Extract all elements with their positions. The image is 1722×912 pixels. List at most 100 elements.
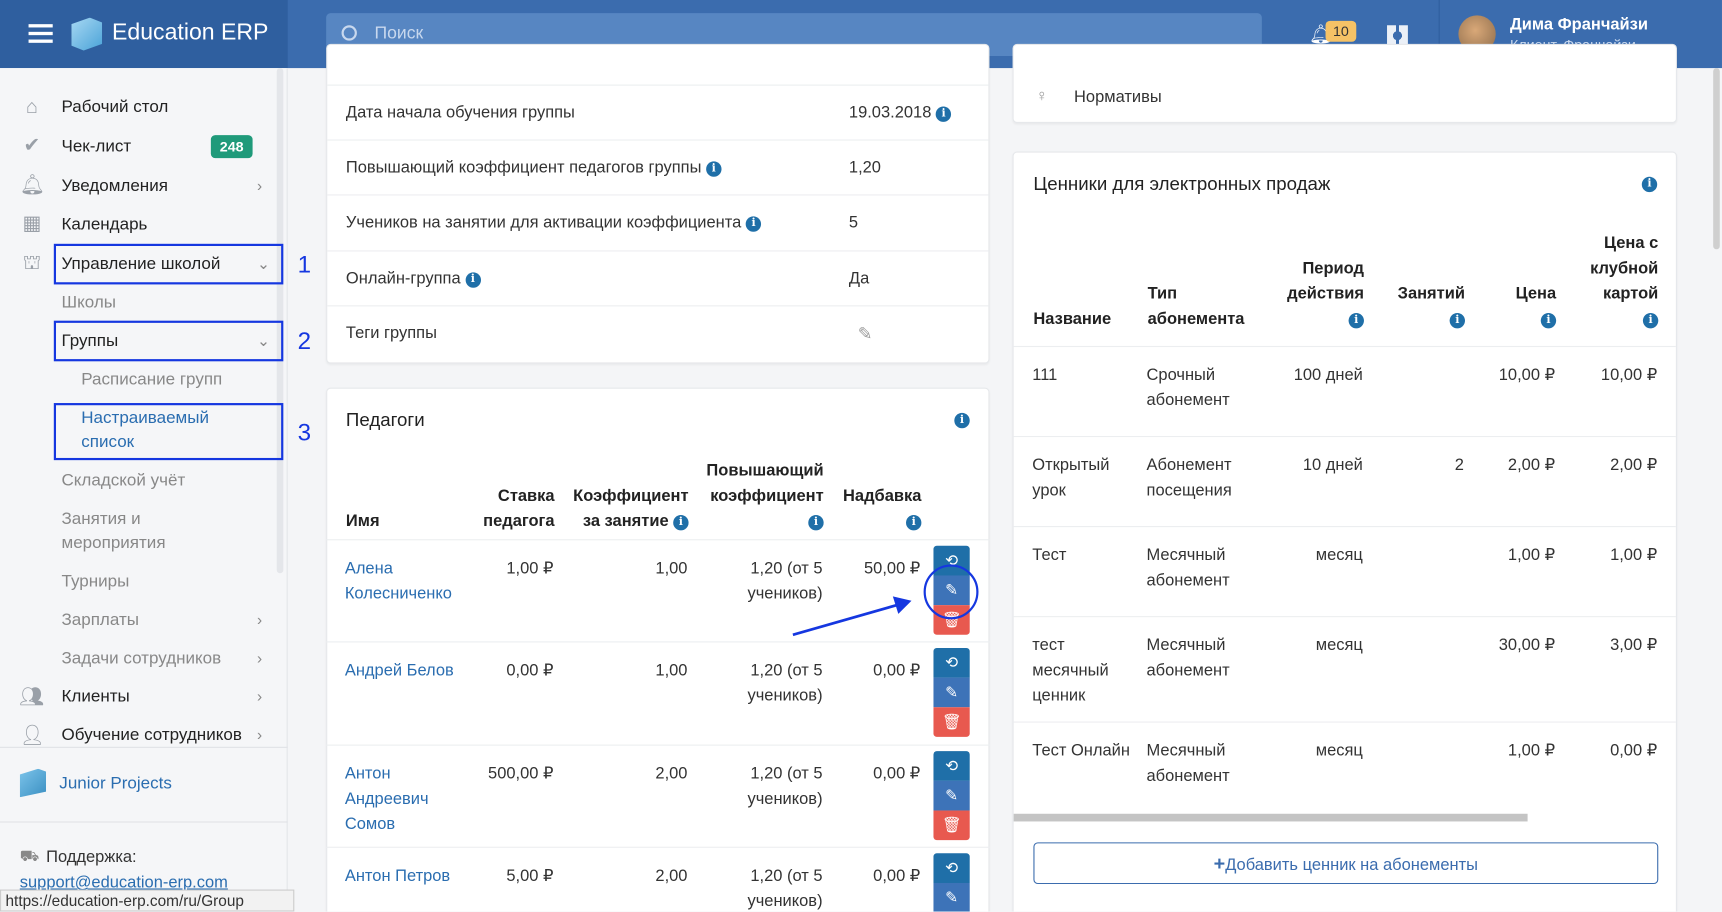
delete-button[interactable]: 🗑︎ — [933, 707, 970, 737]
col-boost-label: Повышающий коэффициент — [706, 461, 824, 506]
label-text: Онлайн-группа — [345, 269, 461, 288]
sidebar-item-calendar[interactable]: Календарь — [61, 215, 147, 235]
info-icon[interactable]: i — [1540, 312, 1557, 329]
history-button[interactable]: ⟲ — [933, 647, 970, 678]
checklist-badge: 248 — [210, 135, 253, 159]
teacher-coef: 1,00 — [655, 661, 688, 680]
info-icon[interactable]: i — [1348, 312, 1364, 329]
info-icon[interactable]: i — [954, 412, 970, 429]
sidebar-item-employee-tasks[interactable]: Задачи сотрудников — [61, 649, 221, 669]
menu-icon[interactable] — [28, 24, 53, 43]
sidebar-item-checklist[interactable]: Чек-лист — [61, 137, 131, 157]
info-icon[interactable]: i — [906, 515, 922, 531]
chevron-right-icon: › — [256, 725, 263, 744]
history-button[interactable]: ⟲ — [933, 853, 970, 883]
bell-icon: 🔔︎ — [19, 173, 45, 196]
search-icon — [341, 25, 357, 41]
price-type: Месячный абонемент — [1146, 741, 1230, 786]
price-value: 30,00 ₽ — [1498, 635, 1556, 655]
info-icon[interactable]: i — [673, 515, 689, 531]
teacher-icon: 👤︎ — [19, 723, 45, 746]
edit-button[interactable]: ✎ — [933, 882, 970, 912]
teacher-boost: 1,20 (от 5 учеников) — [747, 764, 823, 809]
check-icon: ✔ — [23, 133, 41, 156]
col-price-name: Название — [1033, 309, 1112, 329]
sidebar-item-clients[interactable]: Клиенты — [61, 687, 129, 707]
org-name[interactable]: Junior Projects — [59, 774, 172, 794]
price-period: месяц — [1315, 741, 1363, 760]
col-lessons: Занятий i — [1377, 281, 1465, 332]
price-row: Тест Онлайн Месячный абонемент месяц 1,0… — [1013, 721, 1676, 813]
teacher-bonus: 50,00 ₽ — [864, 558, 921, 578]
edit-button[interactable]: ✎ — [933, 780, 970, 811]
info-icon[interactable]: i — [1449, 312, 1465, 329]
app-title[interactable]: Education ERP — [112, 20, 268, 46]
price-type: Месячный абонемент — [1146, 545, 1230, 590]
info-row-start-date: Дата начала обучения группы 19.03.2018 i — [327, 84, 989, 140]
users-icon: 👥︎ — [19, 685, 45, 708]
price-type: Срочный абонемент — [1146, 365, 1230, 410]
price-name: Открытый урок — [1032, 455, 1110, 500]
row-label: Дата начала обучения группы — [345, 103, 575, 122]
sidebar-divider — [0, 821, 288, 823]
notifications-badge[interactable]: 10 — [1325, 20, 1357, 42]
horizontal-scrollbar[interactable] — [1013, 813, 1528, 822]
teacher-row: Андрей Белов 0,00 ₽ 1,00 1,20 (от 5 учен… — [326, 641, 990, 744]
sidebar-item-staff-training[interactable]: Обучение сотрудников — [61, 726, 241, 746]
sidebar-item-desktop[interactable]: Рабочий стол — [61, 98, 168, 118]
col-lessons-label: Занятий — [1397, 284, 1465, 304]
teacher-bonus: 0,00 ₽ — [873, 661, 921, 680]
annotation-box-2 — [53, 320, 284, 362]
col-period: Период действия i — [1254, 256, 1364, 332]
edit-button[interactable]: ✎ — [933, 677, 970, 708]
info-icon[interactable]: i — [1642, 312, 1659, 329]
add-price-button[interactable]: +Добавить ценник на абонементы — [1033, 842, 1659, 885]
info-icon[interactable]: i — [745, 216, 762, 232]
teacher-rate: 5,00 ₽ — [506, 866, 554, 886]
page-scrollbar[interactable] — [1713, 68, 1720, 250]
sidebar-divider — [0, 746, 288, 748]
standards-label[interactable]: Нормативы — [1074, 88, 1162, 107]
info-icon[interactable]: i — [465, 272, 481, 288]
info-icon[interactable]: i — [935, 106, 952, 122]
info-icon[interactable]: i — [1641, 176, 1658, 193]
user-name[interactable]: Дима Франчайзи — [1510, 15, 1648, 34]
col-bonus: Надбавка i — [827, 483, 922, 534]
sidebar-item-notifications[interactable]: Уведомления — [61, 177, 167, 197]
col-club-price: Цена с клубной картой i — [1574, 231, 1659, 332]
price-type: Месячный абонемент — [1146, 635, 1230, 680]
price-club: 3,00 ₽ — [1610, 635, 1658, 655]
teacher-rate: 1,00 ₽ — [506, 558, 554, 578]
price-value: 1,00 ₽ — [1507, 545, 1556, 565]
sidebar-item-warehouse[interactable]: Складской учёт — [61, 471, 185, 491]
col-coef-label: Коэффициент за занятие — [573, 486, 689, 531]
col-coef: Коэффициент за занятие i — [558, 483, 689, 534]
price-lessons: 2 — [1454, 455, 1464, 475]
delete-button[interactable]: 🗑︎ — [933, 810, 970, 841]
info-row-tags: Теги группы ✎ — [327, 305, 989, 364]
info-icon[interactable]: i — [808, 515, 824, 531]
chevron-right-icon: › — [256, 176, 263, 195]
support-truck-icon: ⛟ — [19, 846, 40, 865]
history-button[interactable]: ⟲ — [933, 751, 970, 781]
teacher-bonus: 0,00 ₽ — [873, 866, 921, 886]
price-period: 100 дней — [1293, 365, 1363, 385]
pencil-icon[interactable]: ✎ — [858, 323, 873, 345]
chevron-right-icon: › — [256, 610, 263, 629]
info-icon[interactable]: i — [706, 161, 722, 177]
price-row: Тест Месячный абонемент месяц 1,00 ₽ 1,0… — [1013, 526, 1676, 616]
standards-card[interactable]: ♀ Нормативы — [1012, 43, 1677, 123]
sidebar-item-group-schedule[interactable]: Расписание групп — [81, 370, 222, 390]
sidebar-item-lessons-events[interactable]: Занятия и мероприятия — [61, 507, 182, 555]
sidebar-item-salaries[interactable]: Зарплаты — [61, 611, 138, 631]
col-price: Цена i — [1479, 281, 1557, 332]
price-value: 2,00 ₽ — [1507, 455, 1556, 475]
price-name: Тест — [1032, 545, 1067, 565]
teacher-coef: 2,00 — [655, 764, 688, 784]
sidebar-item-schools[interactable]: Школы — [61, 293, 116, 313]
teacher-row: Антон Андреевич Сомов 500,00 ₽ 2,00 1,20… — [326, 744, 990, 847]
sidebar-item-tournaments[interactable]: Турниры — [61, 572, 129, 592]
annotation-box-3 — [53, 403, 284, 461]
col-period-label: Период действия — [1287, 259, 1364, 304]
price-period: месяц — [1315, 635, 1363, 655]
